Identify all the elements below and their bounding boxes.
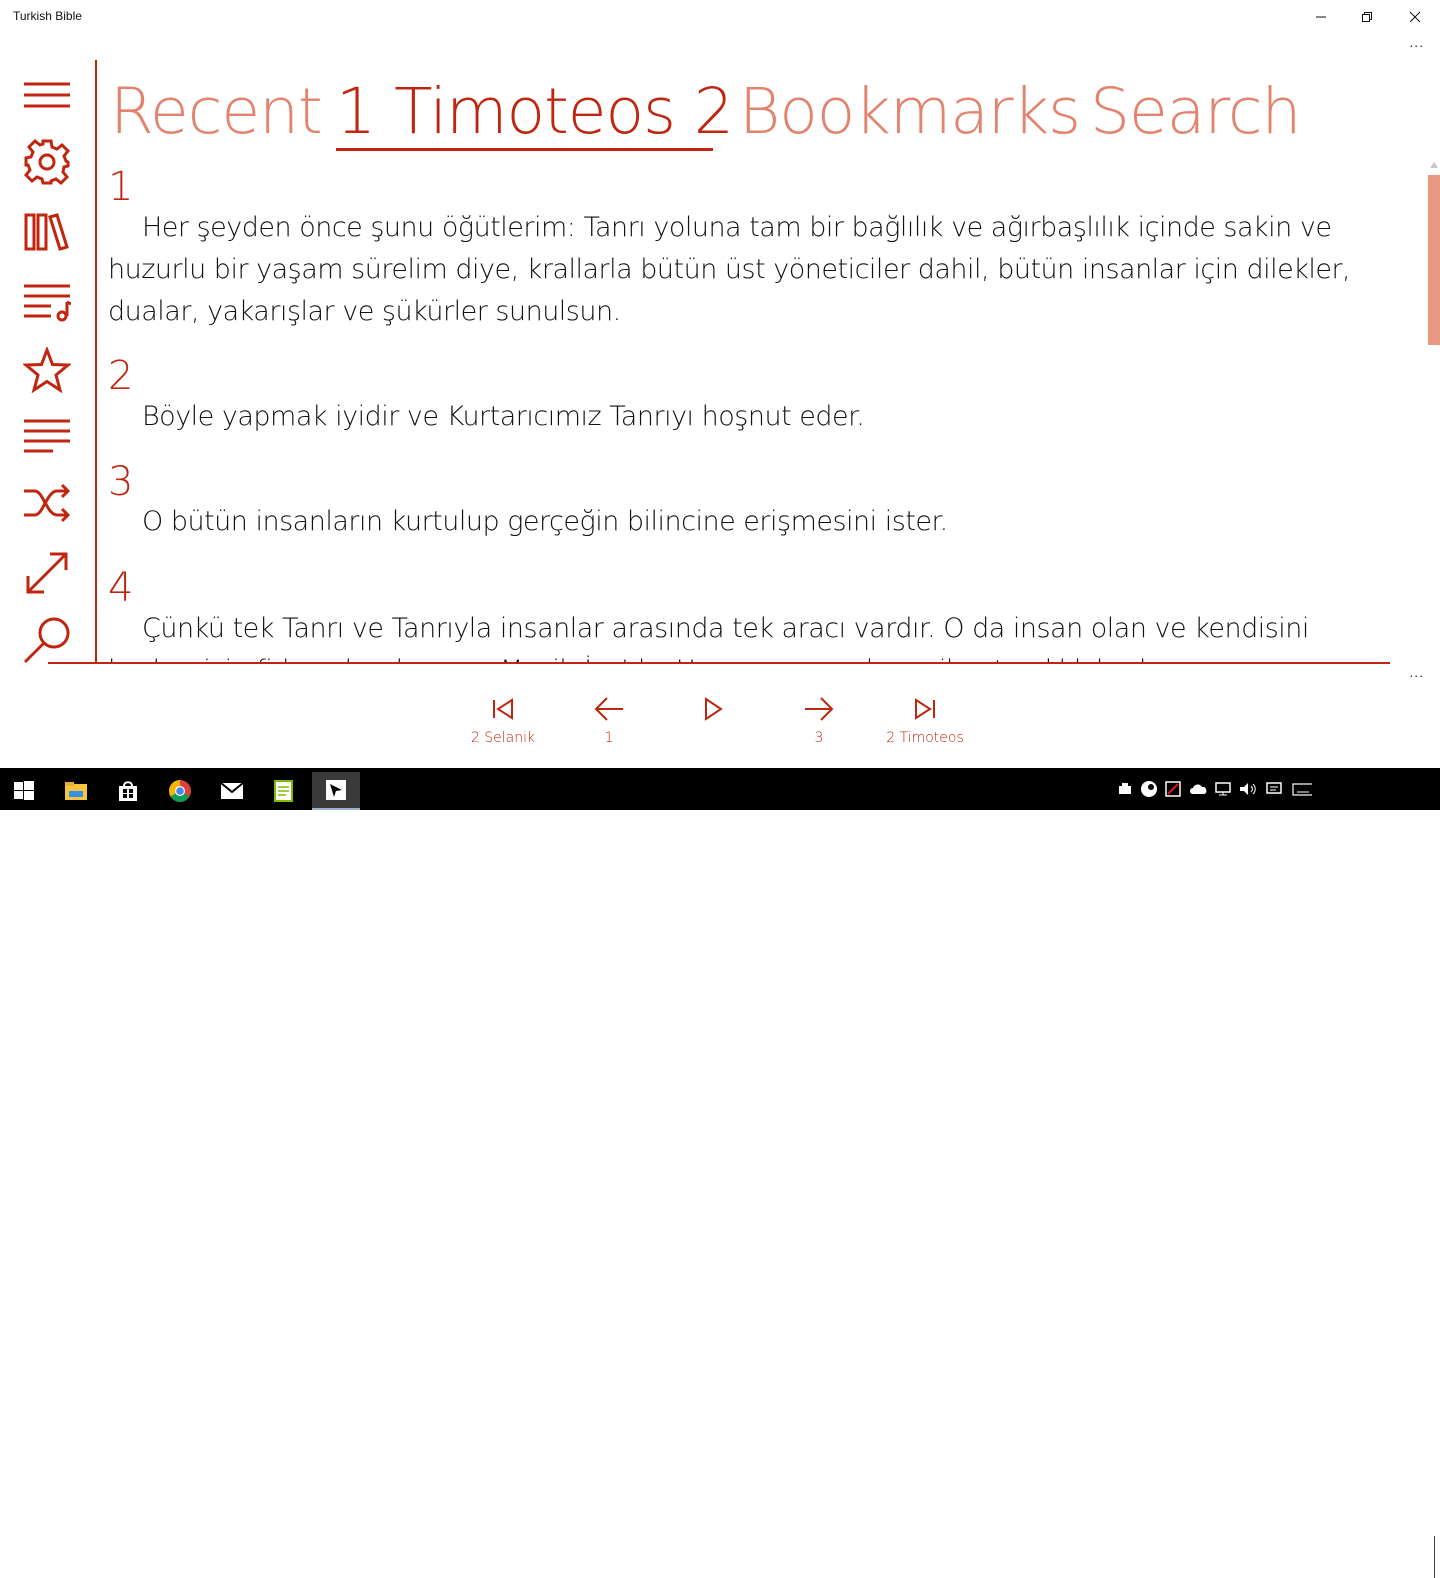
shuffle-icon: [24, 483, 71, 523]
action-center-tray-icon[interactable]: [1264, 779, 1284, 799]
settings-button[interactable]: [22, 137, 72, 187]
library-button[interactable]: [22, 207, 72, 257]
fullscreen-button[interactable]: [22, 548, 72, 598]
next-chapter-button[interactable]: 3: [764, 692, 874, 752]
gear-icon: [23, 138, 71, 186]
verse-number: 2: [108, 353, 134, 399]
hamburger-menu-icon: [24, 82, 70, 108]
verse-text: Çünkü tek Tanrı ve Tanrıyla insanlar ara…: [108, 613, 1309, 664]
turkish-bible-app-icon: [326, 780, 346, 800]
verse-text: Her şeyden önce şunu öğütlerim: Tanrı yo…: [108, 212, 1351, 327]
skip-last-icon: [915, 698, 935, 720]
app-badge-icon: [1165, 781, 1181, 797]
tab-recent[interactable]: Recent: [110, 70, 323, 154]
windows-start-icon: [14, 781, 34, 800]
more-options-bottom-button[interactable]: ...: [1409, 664, 1424, 680]
language-indicator[interactable]: ENG: [1328, 1549, 1354, 1563]
shuffle-button[interactable]: [22, 478, 72, 528]
close-icon: [1409, 11, 1421, 23]
playlist-music-icon: [24, 284, 71, 322]
active-tab-underline: [336, 148, 713, 151]
star-icon: [23, 347, 71, 393]
menu-button[interactable]: [22, 70, 72, 120]
app-tray-icon[interactable]: [1163, 779, 1183, 799]
chrome-icon: [169, 780, 191, 802]
minimize-icon: [1316, 16, 1326, 18]
store-icon: [119, 781, 137, 801]
start-button[interactable]: [0, 772, 48, 810]
turkish-bible-taskbar-button[interactable]: [312, 772, 360, 810]
speaker-icon: [1240, 783, 1256, 795]
close-button[interactable]: [1392, 0, 1438, 34]
cloud-icon: [1190, 784, 1207, 794]
search-button[interactable]: [22, 615, 72, 664]
verse-number: 3: [108, 459, 134, 505]
previous-chapter-button[interactable]: 1: [554, 692, 664, 752]
file-explorer-icon: [65, 782, 87, 800]
scroll-up-arrow[interactable]: [1430, 162, 1438, 168]
notepad-button[interactable]: [260, 772, 308, 810]
tab-bookmarks[interactable]: Bookmarks: [739, 70, 1081, 154]
tab-search[interactable]: Search: [1090, 70, 1301, 154]
file-explorer-button[interactable]: [52, 772, 100, 810]
steam-icon: [1141, 781, 1157, 797]
playlist-button[interactable]: [22, 277, 72, 327]
bottom-divider: [48, 662, 1390, 664]
restore-icon: [1362, 12, 1372, 22]
last-chapter-label: 2 Timoteos: [886, 730, 964, 746]
previous-chapter-label: 1: [604, 730, 614, 746]
more-options-button[interactable]: ...: [1409, 34, 1424, 50]
first-chapter-button[interactable]: 2 Selanik: [448, 692, 558, 752]
volume-tray-icon[interactable]: [1238, 779, 1258, 799]
onedrive-tray-icon[interactable]: [1189, 779, 1209, 799]
network-icon: [1215, 782, 1231, 796]
chrome-button[interactable]: [156, 772, 204, 810]
verse-text: O bütün insanların kurtulup gerçeğin bil…: [142, 506, 948, 537]
keyboard-tray-icon[interactable]: [1292, 779, 1312, 799]
play-icon: [705, 697, 723, 721]
mail-icon: [220, 782, 244, 799]
network-drive-tray-icon[interactable]: [1115, 779, 1135, 799]
title-bar: Turkish Bible: [0, 0, 1440, 34]
verse-text: Böyle yapmak iyidir ve Kurtarıcımız Tanr…: [142, 401, 865, 432]
arrow-right-icon: [805, 697, 834, 721]
sidebar: [0, 60, 96, 664]
verse-number: 4: [108, 565, 134, 611]
text-lines-icon: [24, 419, 70, 453]
last-chapter-button[interactable]: 2 Timoteos: [870, 692, 980, 752]
notepad-icon: [274, 780, 293, 802]
arrow-left-icon: [594, 697, 623, 721]
clock-time: 1:19 PM: [1381, 1540, 1426, 1554]
clock-date: 7/21/2016: [1372, 1558, 1426, 1572]
keyboard-icon: [1292, 783, 1312, 796]
clock[interactable]: 1:19 PM 7/21/2016: [1356, 1538, 1426, 1574]
library-books-icon: [24, 213, 69, 251]
mail-button[interactable]: [208, 772, 256, 810]
printer-tray-icon: [1119, 783, 1131, 794]
search-icon: [23, 617, 70, 664]
verse-number: 1: [108, 164, 134, 210]
network-tray-icon[interactable]: [1213, 779, 1233, 799]
expand-diagonal-icon: [26, 552, 68, 594]
scrollbar-thumb[interactable]: [1428, 175, 1440, 345]
restore-button[interactable]: [1344, 0, 1390, 34]
taskbar: ENG 1:19 PM 7/21/2016: [0, 768, 1440, 1578]
play-button[interactable]: [658, 692, 768, 752]
store-button[interactable]: [104, 772, 152, 810]
skip-first-icon: [493, 698, 513, 720]
next-chapter-label: 3: [814, 730, 824, 746]
minimize-button[interactable]: [1298, 0, 1344, 34]
steam-tray-icon[interactable]: [1139, 779, 1159, 799]
tab-current-chapter[interactable]: 1 Timoteos 2: [336, 70, 734, 154]
sidebar-divider: [95, 60, 97, 664]
show-desktop-button[interactable]: [1434, 1536, 1440, 1578]
text-view-button[interactable]: [22, 410, 72, 460]
app-title: Turkish Bible: [13, 9, 82, 23]
notification-icon: [1266, 782, 1282, 794]
first-chapter-label: 2 Selanik: [470, 730, 536, 746]
favorites-button[interactable]: [22, 345, 72, 395]
verse-list[interactable]: 1 Her şeyden önce şunu öğütlerim: Tanrı …: [108, 160, 1408, 664]
